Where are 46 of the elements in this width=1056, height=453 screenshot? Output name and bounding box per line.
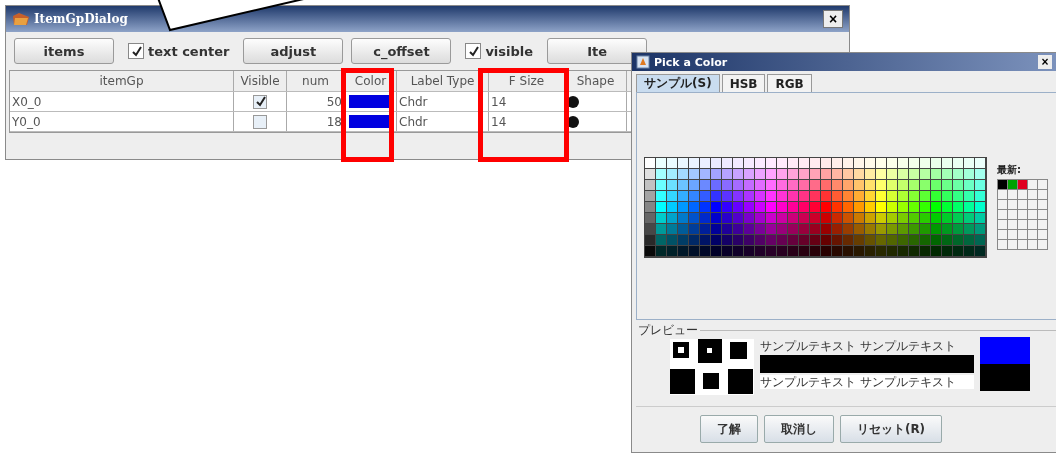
preview-color-box [980, 337, 1030, 391]
recent-swatch-grid[interactable] [997, 179, 1048, 250]
table-cell: 18 [287, 112, 345, 131]
toolbar-button[interactable]: Ite [547, 38, 648, 64]
toolbar-button[interactable]: c_offset [351, 38, 452, 64]
checkbox[interactable] [253, 94, 267, 109]
column-header[interactable]: Shape [565, 71, 627, 91]
preview-text: サンプルテキスト サンプルテキスト [760, 375, 974, 389]
folder-icon [12, 12, 30, 26]
dialog-button[interactable]: 取消し [763, 415, 834, 443]
column-header[interactable]: Label Type [397, 71, 489, 91]
table-cell: 14 [489, 92, 565, 111]
column-header[interactable]: F Size [489, 71, 565, 91]
tab[interactable]: サンプル(S) [636, 74, 720, 92]
checkbox-label[interactable]: visible [485, 43, 534, 59]
toolbar-button[interactable]: items [14, 38, 114, 64]
tab[interactable]: RGB [767, 74, 812, 92]
recent-label: 最新: [997, 163, 1022, 177]
circle-icon [567, 95, 579, 108]
column-header[interactable]: Visible [234, 71, 287, 91]
preview-label: プレビュー [637, 322, 699, 339]
preview-text: サンプルテキスト サンプルテキスト [760, 339, 957, 353]
window-title: ItemGpDialog [34, 12, 128, 26]
checkbox[interactable] [465, 43, 482, 59]
table-cell: X0_0 [10, 92, 234, 111]
close-button[interactable]: × [823, 10, 843, 28]
color-swatch-grid[interactable] [644, 157, 987, 258]
checkbox-label[interactable]: text center [148, 43, 230, 59]
column-header[interactable]: Color [345, 71, 397, 91]
circle-icon [567, 115, 579, 128]
column-header[interactable]: itemGp [10, 71, 234, 91]
checkbox[interactable] [128, 43, 144, 59]
dialog-button[interactable]: 了解 [699, 415, 758, 443]
checkbox[interactable] [253, 114, 267, 129]
table-cell: 50 [287, 92, 345, 111]
window-title: Pick a Color [654, 55, 728, 69]
app-icon [636, 55, 650, 69]
dialog-button[interactable]: リセット(R) [839, 415, 943, 443]
table-cell: Y0_0 [10, 112, 234, 131]
column-header[interactable]: num [287, 71, 345, 91]
tab[interactable]: HSB [721, 74, 766, 92]
toolbar-button[interactable]: adjust [243, 38, 344, 64]
table-cell: Chdr [397, 92, 489, 111]
table-cell: 14 [489, 112, 565, 131]
table-cell: Chdr [397, 112, 489, 131]
close-button[interactable]: × [1038, 55, 1052, 69]
